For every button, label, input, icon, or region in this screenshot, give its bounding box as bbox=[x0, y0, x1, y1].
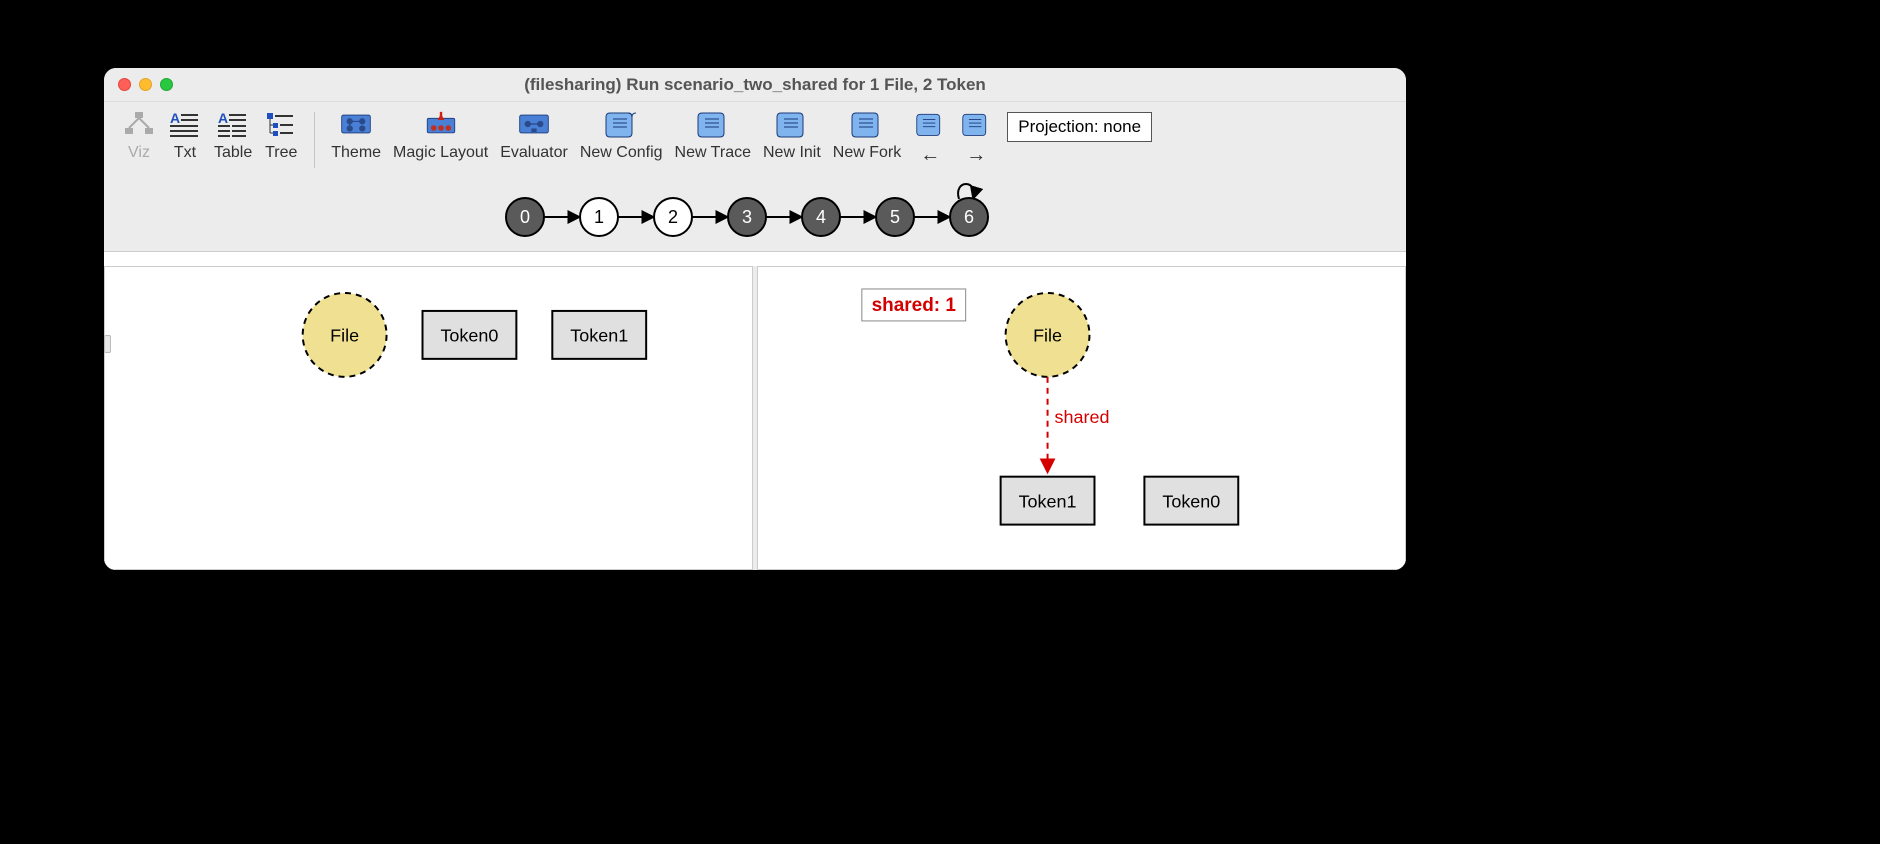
file-node[interactable]: File bbox=[303, 293, 387, 377]
toolbar: Viz A Txt bbox=[104, 102, 1406, 252]
trace-node-4[interactable]: 4 bbox=[802, 198, 840, 236]
svg-text:1: 1 bbox=[594, 207, 604, 227]
text-lines-icon: A bbox=[168, 110, 202, 138]
theme-icon bbox=[339, 110, 373, 138]
scroll-icon bbox=[850, 110, 884, 138]
tree-list-icon bbox=[264, 110, 298, 138]
scroll-icon bbox=[913, 110, 947, 138]
new-init-button[interactable]: New Init bbox=[757, 106, 827, 170]
left-pane[interactable]: File Token0 Token1 bbox=[104, 266, 753, 570]
file-node[interactable]: File bbox=[1006, 293, 1090, 377]
evaluator-icon bbox=[517, 110, 551, 138]
magic-layout-button[interactable]: Magic Layout bbox=[387, 106, 494, 170]
trace-row: 0 1 2 3 bbox=[116, 175, 1394, 251]
token0-node[interactable]: Token0 bbox=[1144, 477, 1238, 525]
new-trace-button[interactable]: New Trace bbox=[669, 106, 757, 170]
magic-layout-icon bbox=[424, 110, 458, 138]
svg-text:Token0: Token0 bbox=[440, 326, 498, 346]
window-controls bbox=[118, 78, 173, 91]
svg-text:Token0: Token0 bbox=[1162, 491, 1220, 511]
minimize-icon[interactable] bbox=[139, 78, 152, 91]
app-window: (filesharing) Run scenario_two_shared fo… bbox=[104, 68, 1406, 570]
close-icon[interactable] bbox=[118, 78, 131, 91]
right-pane[interactable]: shared: 1 File shared Token1 Token0 bbox=[757, 266, 1406, 570]
svg-text:File: File bbox=[330, 326, 359, 346]
trace-node-0[interactable]: 0 bbox=[506, 198, 544, 236]
tree-button[interactable]: Tree bbox=[258, 106, 304, 170]
svg-text:3: 3 bbox=[742, 207, 752, 227]
txt-button[interactable]: A Txt bbox=[162, 106, 208, 170]
shared-box: shared: 1 bbox=[862, 289, 966, 321]
svg-text:6: 6 bbox=[964, 207, 974, 227]
titlebar: (filesharing) Run scenario_two_shared fo… bbox=[104, 68, 1406, 102]
scroll-icon bbox=[775, 110, 809, 138]
zoom-icon[interactable] bbox=[160, 78, 173, 91]
toolbar-separator bbox=[314, 112, 315, 168]
token0-node[interactable]: Token0 bbox=[423, 311, 517, 359]
tree-graph-icon bbox=[122, 110, 156, 138]
trace-node-3[interactable]: 3 bbox=[728, 198, 766, 236]
viz-button[interactable]: Viz bbox=[116, 106, 162, 170]
table-button[interactable]: A Table bbox=[208, 106, 258, 170]
trace-node-1[interactable]: 1 bbox=[580, 198, 618, 236]
token1-node[interactable]: Token1 bbox=[552, 311, 646, 359]
evaluator-button[interactable]: Evaluator bbox=[494, 106, 574, 170]
token1-node[interactable]: Token1 bbox=[1001, 477, 1095, 525]
content-area: File Token0 Token1 bbox=[104, 266, 1406, 570]
svg-text:A: A bbox=[218, 111, 228, 126]
projection-selector[interactable]: Projection: none bbox=[1007, 112, 1152, 142]
edge-label: shared bbox=[1055, 407, 1110, 427]
svg-text:Token1: Token1 bbox=[570, 326, 628, 346]
svg-text:5: 5 bbox=[890, 207, 900, 227]
svg-text:4: 4 bbox=[816, 207, 826, 227]
scroll-icon bbox=[696, 110, 730, 138]
theme-button[interactable]: Theme bbox=[325, 106, 387, 170]
scroll-icon bbox=[604, 110, 638, 138]
next-button[interactable]: → bbox=[953, 106, 999, 175]
svg-text:Token1: Token1 bbox=[1019, 491, 1077, 511]
new-config-button[interactable]: New Config bbox=[574, 106, 669, 170]
window-title: (filesharing) Run scenario_two_shared fo… bbox=[104, 75, 1406, 95]
svg-text:2: 2 bbox=[668, 207, 678, 227]
collapse-handle-icon[interactable] bbox=[104, 335, 111, 353]
prev-button[interactable]: ← bbox=[907, 106, 953, 175]
svg-text:0: 0 bbox=[520, 207, 530, 227]
table-icon: A bbox=[216, 110, 250, 138]
trace-node-5[interactable]: 5 bbox=[876, 198, 914, 236]
trace-node-6[interactable]: 6 bbox=[950, 198, 988, 236]
svg-text:File: File bbox=[1033, 326, 1062, 346]
scroll-icon bbox=[959, 110, 993, 138]
new-fork-button[interactable]: New Fork bbox=[827, 106, 907, 170]
svg-text:shared: 1: shared: 1 bbox=[872, 295, 957, 316]
trace-node-2[interactable]: 2 bbox=[654, 198, 692, 236]
svg-text:A: A bbox=[170, 111, 180, 126]
